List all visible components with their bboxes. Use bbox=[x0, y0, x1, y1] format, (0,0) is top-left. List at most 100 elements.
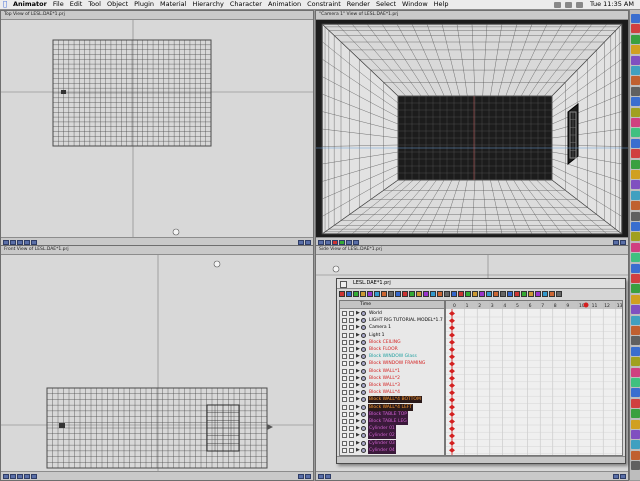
timeline-area[interactable]: 0 1 2 3 4 5 6 7 8 9 10 11 12 13 bbox=[445, 300, 623, 456]
tree-row[interactable]: ▶ Block WALL*4 LEFT bbox=[340, 403, 444, 411]
dock-app-icon[interactable] bbox=[631, 232, 640, 242]
panel-tool-icon[interactable] bbox=[360, 290, 366, 297]
menu-animation[interactable]: Animation bbox=[265, 0, 304, 9]
panel-tool-icon[interactable] bbox=[514, 290, 520, 297]
visibility-toggle-icon[interactable] bbox=[342, 339, 347, 345]
dock-app-icon[interactable] bbox=[631, 253, 640, 263]
visibility-toggle-icon[interactable] bbox=[342, 368, 347, 374]
visibility-toggle-icon[interactable] bbox=[342, 433, 347, 439]
tree-row[interactable]: ▶ Block WALL*4 BOTTOM bbox=[340, 396, 444, 404]
disclosure-triangle-icon[interactable]: ▶ bbox=[356, 440, 360, 446]
panel-tool-icon[interactable] bbox=[437, 290, 443, 297]
lock-toggle-icon[interactable] bbox=[349, 419, 354, 424]
dock-app-icon[interactable] bbox=[631, 409, 640, 419]
menu-object[interactable]: Object bbox=[104, 0, 131, 9]
lock-toggle-icon[interactable] bbox=[349, 347, 354, 352]
menu-character[interactable]: Character bbox=[227, 0, 265, 9]
dock-app-icon[interactable] bbox=[631, 336, 640, 346]
dock-app-icon[interactable] bbox=[631, 326, 640, 335]
tree-row[interactable]: ▶ Cylinder 03 bbox=[340, 439, 444, 447]
zoom-out-icon[interactable] bbox=[620, 473, 626, 479]
visibility-toggle-icon[interactable] bbox=[342, 390, 347, 396]
panel-tool-icon[interactable] bbox=[521, 290, 527, 297]
lock-toggle-icon[interactable] bbox=[349, 411, 354, 417]
grid-tool-icon[interactable] bbox=[31, 473, 37, 479]
tree-row[interactable]: ▶ Block WINDOW FRAMING bbox=[340, 360, 444, 368]
visibility-toggle-icon[interactable] bbox=[342, 404, 347, 410]
zoom-in-icon[interactable] bbox=[298, 239, 304, 245]
dock-app-icon[interactable] bbox=[631, 346, 640, 356]
tree-row[interactable]: ▶ Cylinder 02 bbox=[340, 432, 444, 440]
menu-app-name[interactable]: Animator bbox=[10, 0, 50, 9]
volume-icon[interactable] bbox=[564, 1, 572, 8]
lock-toggle-icon[interactable] bbox=[349, 383, 354, 388]
tree-row[interactable]: ▶ Block TABLE LEG bbox=[340, 418, 444, 425]
top-view-viewport[interactable]: Top View of LESL.DAE*1.prj bbox=[0, 10, 314, 247]
rotate-tool-icon[interactable] bbox=[10, 239, 16, 245]
visibility-toggle-icon[interactable] bbox=[342, 426, 347, 432]
dock-app-icon[interactable] bbox=[631, 190, 640, 200]
dock-app-icon[interactable] bbox=[631, 24, 640, 34]
visibility-toggle-icon[interactable] bbox=[342, 447, 347, 453]
dock-app-icon[interactable] bbox=[631, 97, 640, 107]
tree-row[interactable]: ▶ Block FLOOR bbox=[340, 346, 444, 353]
disclosure-triangle-icon[interactable]: ▶ bbox=[356, 419, 360, 424]
visibility-toggle-icon[interactable] bbox=[342, 361, 347, 367]
disclosure-triangle-icon[interactable]: ▶ bbox=[356, 404, 360, 410]
menu-render[interactable]: Render bbox=[344, 0, 373, 9]
panel-tool-icon[interactable] bbox=[479, 290, 485, 297]
dock-app-icon[interactable] bbox=[631, 284, 640, 294]
dock-app-icon[interactable] bbox=[631, 378, 640, 387]
dock-app-icon[interactable] bbox=[631, 388, 640, 398]
monitor-icon[interactable] bbox=[553, 1, 561, 8]
disclosure-triangle-icon[interactable]: ▶ bbox=[356, 368, 360, 374]
lock-toggle-icon[interactable] bbox=[349, 433, 354, 439]
panel-tool-icon[interactable] bbox=[395, 290, 401, 297]
lock-toggle-icon[interactable] bbox=[349, 339, 354, 345]
dock-app-icon[interactable] bbox=[631, 398, 640, 408]
rotate-tool-icon[interactable] bbox=[10, 473, 16, 479]
menu-select[interactable]: Select bbox=[373, 0, 399, 9]
lock-toggle-icon[interactable] bbox=[349, 440, 354, 446]
camera-view-canvas[interactable] bbox=[316, 20, 628, 238]
visibility-toggle-icon[interactable] bbox=[342, 383, 347, 388]
zoom-in-icon[interactable] bbox=[298, 473, 304, 479]
disclosure-triangle-icon[interactable]: ▶ bbox=[356, 397, 360, 402]
dock-app-icon[interactable] bbox=[631, 45, 640, 55]
lock-toggle-icon[interactable] bbox=[349, 404, 354, 410]
lock-toggle-icon[interactable] bbox=[349, 368, 354, 374]
tree-row[interactable]: ▶ Block WALL*4 bbox=[340, 389, 444, 397]
move-tool-icon[interactable] bbox=[3, 473, 9, 479]
disclosure-triangle-icon[interactable]: ▶ bbox=[356, 447, 360, 453]
panel-tool-icon[interactable] bbox=[507, 290, 513, 297]
move-tool-icon[interactable] bbox=[318, 473, 324, 479]
disclosure-triangle-icon[interactable]: ▶ bbox=[356, 390, 360, 395]
move-tool-icon[interactable] bbox=[318, 239, 324, 245]
visibility-toggle-icon[interactable] bbox=[342, 440, 347, 446]
dock-app-icon[interactable] bbox=[631, 118, 640, 127]
light-tool-icon[interactable] bbox=[339, 239, 345, 245]
menu-material[interactable]: Material bbox=[157, 0, 189, 9]
disclosure-triangle-icon[interactable]: ▶ bbox=[356, 354, 360, 359]
menu-window[interactable]: Window bbox=[399, 0, 431, 9]
panel-tool-icon[interactable] bbox=[367, 290, 373, 297]
dock-app-icon[interactable] bbox=[631, 66, 640, 75]
object-tree[interactable]: Time ▶ World ▶ LIGHT RIG TUTORIAL MODEL*1.7… bbox=[339, 300, 445, 456]
lock-toggle-icon[interactable] bbox=[349, 390, 354, 396]
visibility-toggle-icon[interactable] bbox=[342, 419, 347, 424]
panel-tool-icon[interactable] bbox=[374, 290, 380, 297]
dock-app-icon[interactable] bbox=[631, 450, 640, 460]
visibility-toggle-icon[interactable] bbox=[342, 311, 347, 316]
lock-toggle-icon[interactable] bbox=[349, 361, 354, 367]
dock-app-icon[interactable] bbox=[631, 367, 640, 377]
panel-tool-icon[interactable] bbox=[381, 290, 387, 297]
panel-tool-icon[interactable] bbox=[416, 290, 422, 297]
dock-app-icon[interactable] bbox=[631, 55, 640, 65]
dock-app-icon[interactable] bbox=[631, 242, 640, 252]
disclosure-triangle-icon[interactable]: ▶ bbox=[356, 325, 360, 330]
panel-tool-icon[interactable] bbox=[486, 290, 492, 297]
dock-app-icon[interactable] bbox=[631, 107, 640, 117]
panel-tool-icon[interactable] bbox=[339, 290, 345, 297]
dock-app-icon[interactable] bbox=[631, 440, 640, 450]
dock-app-icon[interactable] bbox=[631, 170, 640, 179]
